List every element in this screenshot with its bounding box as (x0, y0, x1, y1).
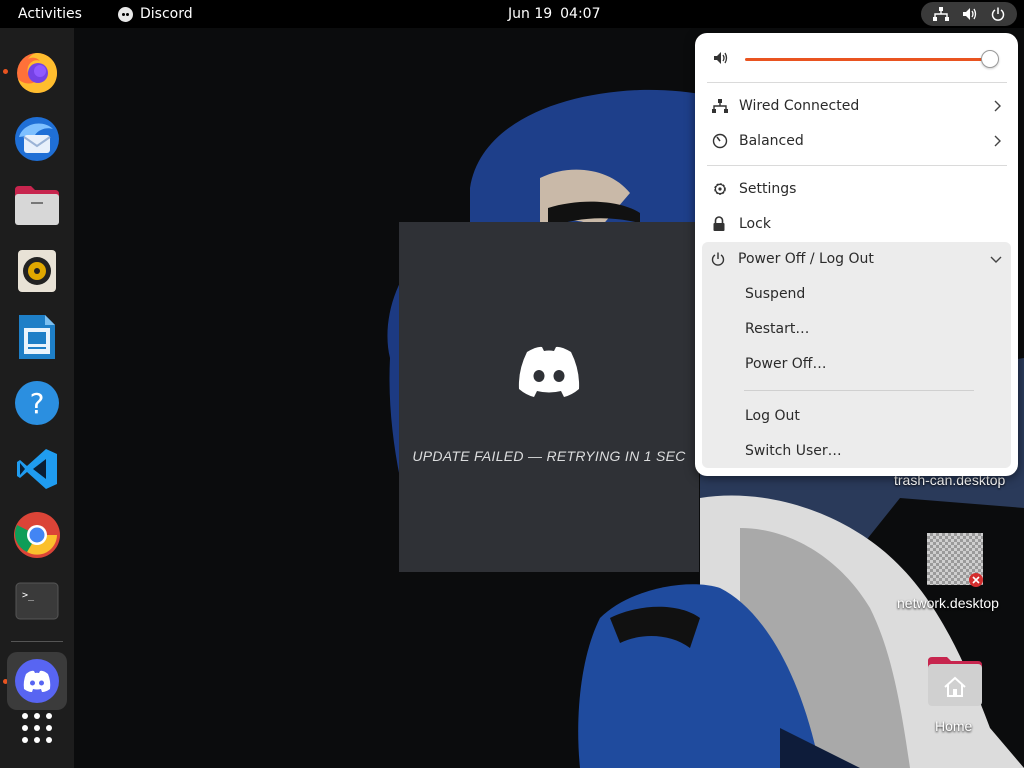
submenu-separator (744, 390, 974, 391)
menu-separator (707, 82, 1007, 83)
chevron-right-icon (983, 100, 1011, 112)
power-off-logout-item[interactable]: Power Off / Log Out (702, 242, 1010, 276)
power-submenu: Power Off / Log Out Suspend Restart… Pow… (702, 242, 1011, 468)
firefox-icon (17, 53, 57, 93)
app-menu-button[interactable]: Discord (110, 2, 201, 26)
volume-slider-handle[interactable] (981, 50, 999, 68)
power-profile-icon (703, 133, 739, 149)
restart-item[interactable]: Restart… (745, 312, 809, 346)
chevron-down-icon (982, 255, 1010, 263)
dock-item-writer[interactable] (7, 308, 67, 366)
clock-button[interactable]: Jun 19 04:07 (498, 2, 611, 26)
gear-icon (703, 181, 739, 197)
clock-time: 04:07 (560, 6, 601, 22)
volume-icon (962, 7, 978, 21)
lock-item[interactable]: Lock (703, 207, 1011, 241)
power-icon (991, 7, 1005, 21)
chevron-right-icon (983, 135, 1011, 147)
suspend-item[interactable]: Suspend (745, 277, 805, 311)
settings-label: Settings (739, 181, 797, 197)
svg-text:>_: >_ (22, 590, 35, 601)
clock-date: Jun 19 (508, 6, 553, 22)
grid-icon (22, 713, 52, 743)
power-off-logout-label: Power Off / Log Out (738, 251, 874, 267)
lock-icon (703, 216, 739, 232)
dock-item-chrome[interactable] (7, 506, 67, 564)
power-off-label: Power Off… (745, 356, 827, 372)
power-mode-label: Balanced (739, 133, 804, 149)
app-menu-label: Discord (140, 6, 193, 22)
home-desktop-label[interactable]: Home (935, 718, 972, 734)
dock-item-firefox[interactable] (7, 43, 67, 101)
dock-separator (11, 641, 63, 642)
switch-user-label: Switch User… (745, 443, 842, 459)
settings-item[interactable]: Settings (703, 172, 1011, 206)
network-desktop-icon[interactable] (927, 533, 983, 587)
activities-label: Activities (18, 6, 82, 22)
switch-user-item[interactable]: Switch User… (745, 434, 842, 468)
network-desktop-label[interactable]: network.desktop (897, 595, 999, 611)
show-apps-button[interactable] (7, 699, 67, 757)
dock-item-rhythmbox[interactable] (7, 242, 67, 300)
dock-item-files[interactable] (7, 176, 67, 234)
wired-connection-label: Wired Connected (739, 98, 860, 114)
volume-icon (713, 51, 729, 69)
activities-button[interactable]: Activities (9, 2, 91, 26)
power-icon (702, 252, 738, 266)
dock: ? >_ (0, 28, 74, 768)
network-wired-icon (703, 99, 739, 113)
top-bar: Activities Discord Jun 19 04:07 (0, 0, 1024, 28)
dock-item-vscode[interactable] (7, 440, 67, 498)
volume-slider[interactable] (745, 58, 990, 61)
home-folder-icon[interactable] (927, 655, 983, 707)
dock-item-thunderbird[interactable] (7, 110, 67, 168)
system-menu: Wired Connected Balanced Settings Lock P… (695, 33, 1018, 476)
network-wired-icon (933, 7, 950, 21)
chrome-icon (14, 512, 60, 558)
menu-separator (707, 165, 1007, 166)
folder-icon (15, 186, 59, 225)
log-out-item[interactable]: Log Out (745, 399, 800, 433)
terminal-icon: >_ (15, 582, 59, 620)
suspend-label: Suspend (745, 286, 806, 302)
discord-icon (15, 659, 59, 703)
svg-text:?: ? (30, 387, 45, 420)
dock-item-help[interactable]: ? (7, 374, 67, 432)
power-off-item[interactable]: Power Off… (745, 347, 826, 381)
discord-update-splash: UPDATE FAILED — RETRYING IN 1 SEC (399, 222, 699, 572)
speaker-icon (18, 250, 56, 292)
dock-item-terminal[interactable]: >_ (7, 572, 67, 630)
wired-connection-item[interactable]: Wired Connected (703, 89, 1011, 123)
help-icon: ? (15, 381, 59, 425)
restart-label: Restart… (745, 321, 810, 337)
update-status-text: UPDATE FAILED — RETRYING IN 1 SEC (412, 448, 686, 464)
vscode-icon (17, 449, 57, 489)
log-out-label: Log Out (745, 408, 800, 424)
thunderbird-icon (15, 117, 59, 161)
power-mode-item[interactable]: Balanced (703, 124, 1011, 158)
lock-label: Lock (739, 216, 771, 232)
document-writer-icon (19, 315, 55, 359)
system-status-button[interactable] (921, 2, 1017, 26)
volume-row (695, 45, 1018, 73)
discord-icon (118, 6, 133, 22)
discord-logo-icon (513, 344, 585, 404)
